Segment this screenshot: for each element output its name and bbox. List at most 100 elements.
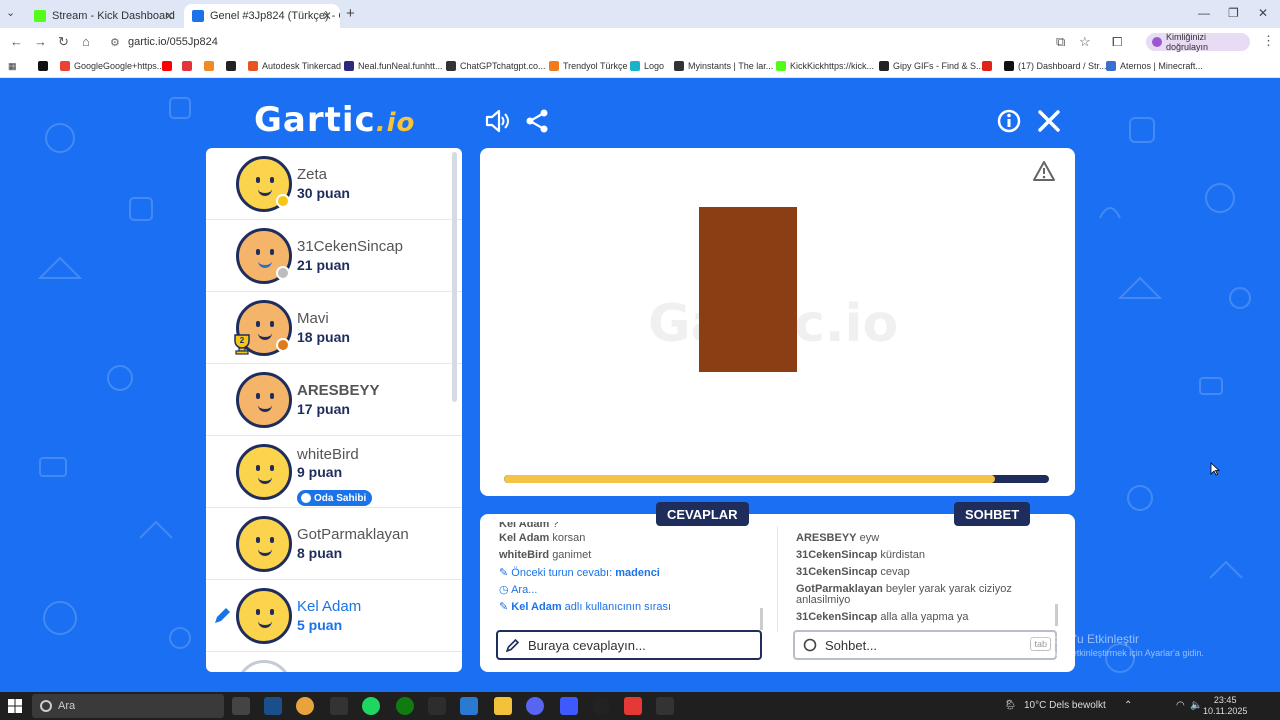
tab-gartic[interactable]: Genel #3Jp824 (Türkçe) - Gartic ✕ — [184, 4, 340, 28]
bookmark-kick[interactable]: KickKickhttps://kick... — [776, 61, 874, 71]
info-icon[interactable] — [996, 108, 1022, 134]
epic-games-icon[interactable] — [330, 697, 348, 715]
chat-scrollbar[interactable] — [1055, 604, 1058, 626]
windows-activation-notice: Windows'u Etkinleştir Windows'u etkinleş… — [1026, 632, 1204, 658]
install-icon[interactable]: ⧉ — [1056, 34, 1065, 50]
app-icon[interactable] — [624, 697, 642, 715]
trendyol-icon — [549, 61, 559, 71]
chrome-icon[interactable] — [296, 697, 314, 715]
bookmark-myinstants[interactable]: Myinstants | The lar... — [674, 61, 773, 71]
player-card[interactable]: GotParmaklayan 8 puan — [206, 508, 462, 580]
close-icon[interactable]: ✕ — [164, 9, 174, 23]
answer-input[interactable] — [528, 636, 748, 654]
player-card[interactable]: ARESBEYY 17 puan — [206, 364, 462, 436]
bookmark-aternos[interactable]: Aternos | Minecraft... — [1106, 61, 1203, 71]
weather-icon[interactable]: 🌦 — [1004, 700, 1017, 711]
minimize-button[interactable]: — — [1198, 6, 1210, 20]
youtube-icon — [162, 61, 172, 71]
bookmark-dark[interactable] — [226, 61, 240, 71]
bookmark-chatgpt[interactable]: ChatGPTchatgpt.co... — [446, 61, 546, 71]
app-icon[interactable] — [460, 697, 478, 715]
report-warning-icon[interactable] — [1032, 160, 1056, 182]
players-scrollbar[interactable] — [452, 152, 457, 402]
file-explorer-icon[interactable] — [494, 697, 512, 715]
player-card[interactable]: whiteBird 9 puan Oda Sahibi — [206, 436, 462, 508]
bookmark-x-dashboard[interactable]: (17) Dashboard / Str... — [1004, 61, 1107, 71]
new-tab-button[interactable]: + — [346, 5, 355, 22]
bookmark-google[interactable]: GoogleGoogle+https... — [60, 61, 164, 71]
bookmark-huawei[interactable] — [982, 61, 996, 71]
browser-tab-bar: ⌄ Stream - Kick Dashboard ✕ Genel #3Jp82… — [0, 0, 1280, 28]
bookmark-nealfun[interactable]: Neal.funNeal.funhtt... — [344, 61, 443, 71]
bookmark-ebay[interactable] — [182, 61, 196, 71]
player-card[interactable]: 31CekenSincap 21 puan — [206, 220, 462, 292]
bookmark-notion[interactable] — [38, 61, 52, 71]
more-menu-icon[interactable]: ⋮ — [1262, 33, 1275, 49]
list-item: Kel Adam ? — [499, 522, 671, 532]
bookmark-youtube[interactable] — [162, 61, 176, 71]
google-icon — [60, 61, 70, 71]
home-icon[interactable]: ⌂ — [82, 34, 90, 49]
profile-verify-button[interactable]: Kimliğinizi doğrulayın — [1146, 32, 1250, 52]
drawing-canvas[interactable]: Gartic.io — [480, 148, 1075, 496]
share-icon[interactable] — [524, 108, 550, 134]
epic-games-icon[interactable] — [656, 697, 674, 715]
bookmark-trendyol[interactable]: Trendyol Türkçe — [549, 61, 628, 71]
reload-icon[interactable]: ↻ — [58, 34, 69, 50]
volume-icon[interactable]: 🔈 — [1190, 700, 1202, 711]
back-arrow-icon[interactable]: ← — [10, 34, 23, 49]
player-name: 31CekenSincap — [297, 238, 403, 255]
message-text: ? — [552, 522, 559, 530]
maximize-button[interactable]: ❐ — [1228, 6, 1239, 20]
obs-icon[interactable] — [592, 697, 610, 715]
close-window-button[interactable]: ✕ — [1258, 6, 1268, 20]
sound-icon[interactable] — [484, 108, 510, 134]
player-score: 18 puan — [297, 329, 350, 345]
task-view-icon[interactable] — [232, 697, 250, 715]
site-info-icon[interactable]: ⚙ — [110, 36, 120, 49]
apps-grid-icon[interactable]: ▦ — [8, 61, 17, 72]
app-icon[interactable] — [560, 697, 578, 715]
tab-search-icon[interactable]: ⌄ — [6, 6, 15, 19]
players-list: Zeta 30 puan 31CekenSincap 21 puan 2 Mav… — [206, 148, 462, 672]
spotify-icon[interactable] — [362, 697, 380, 715]
bookmark-label: Gipy GIFs - Find & S... — [893, 61, 984, 71]
list-item: ✎ Önceki turun cevabı: madenci — [499, 566, 671, 583]
extensions-icon[interactable]: ⧠ — [1112, 34, 1122, 50]
tray-chevron-icon[interactable]: ⌃ — [1124, 700, 1132, 711]
chat-input-box[interactable]: tab — [793, 630, 1057, 660]
discord-icon[interactable] — [526, 697, 544, 715]
bookmark-orange[interactable] — [204, 61, 218, 71]
forward-arrow-icon[interactable]: → — [34, 34, 47, 49]
bookmark-giphy[interactable]: Gipy GIFs - Find & S... — [879, 61, 984, 71]
close-icon[interactable] — [1036, 108, 1062, 134]
close-icon[interactable]: ✕ — [322, 9, 332, 23]
bookmark-star-icon[interactable]: ☆ — [1079, 34, 1091, 50]
bookmark-tinkercad[interactable]: Autodesk Tinkercad — [248, 61, 341, 71]
avatar — [236, 444, 292, 500]
taskbar-search[interactable]: Ara — [32, 694, 224, 718]
weather-text[interactable]: 10°C Dels bewolkt — [1024, 700, 1106, 711]
wifi-icon[interactable]: ◠ — [1176, 700, 1185, 711]
turn-user: Kel Adam — [511, 601, 562, 613]
url-field[interactable]: gartic.io/055Jp824 — [128, 36, 218, 48]
tab-kick-dashboard[interactable]: Stream - Kick Dashboard ✕ — [26, 4, 182, 28]
player-card[interactable]: 2 Mavi 18 puan — [206, 292, 462, 364]
taskbar-clock[interactable]: 23:45 10.11.2025 — [1203, 695, 1247, 717]
answers-scrollbar[interactable] — [760, 608, 763, 630]
bookmark-logo[interactable]: Logo — [630, 61, 664, 71]
app-icon[interactable] — [428, 697, 446, 715]
bookmark-label: Autodesk Tinkercad — [262, 61, 342, 71]
bookmark-label: KickKickhttps://kick... — [790, 61, 875, 71]
chat-input[interactable] — [825, 636, 1025, 654]
answer-input-box[interactable] — [496, 630, 762, 660]
windows-start-icon[interactable] — [8, 699, 22, 713]
steam-icon[interactable] — [264, 697, 282, 715]
player-card[interactable] — [206, 652, 462, 672]
list-item: 31CekenSincap kürdistan — [796, 549, 1012, 566]
player-card-drawing[interactable]: Kel Adam 5 puan — [206, 580, 462, 652]
player-card[interactable]: Zeta 30 puan — [206, 148, 462, 220]
notion-icon — [38, 61, 48, 71]
kick-favicon-icon — [34, 10, 46, 22]
xbox-icon[interactable] — [396, 697, 414, 715]
